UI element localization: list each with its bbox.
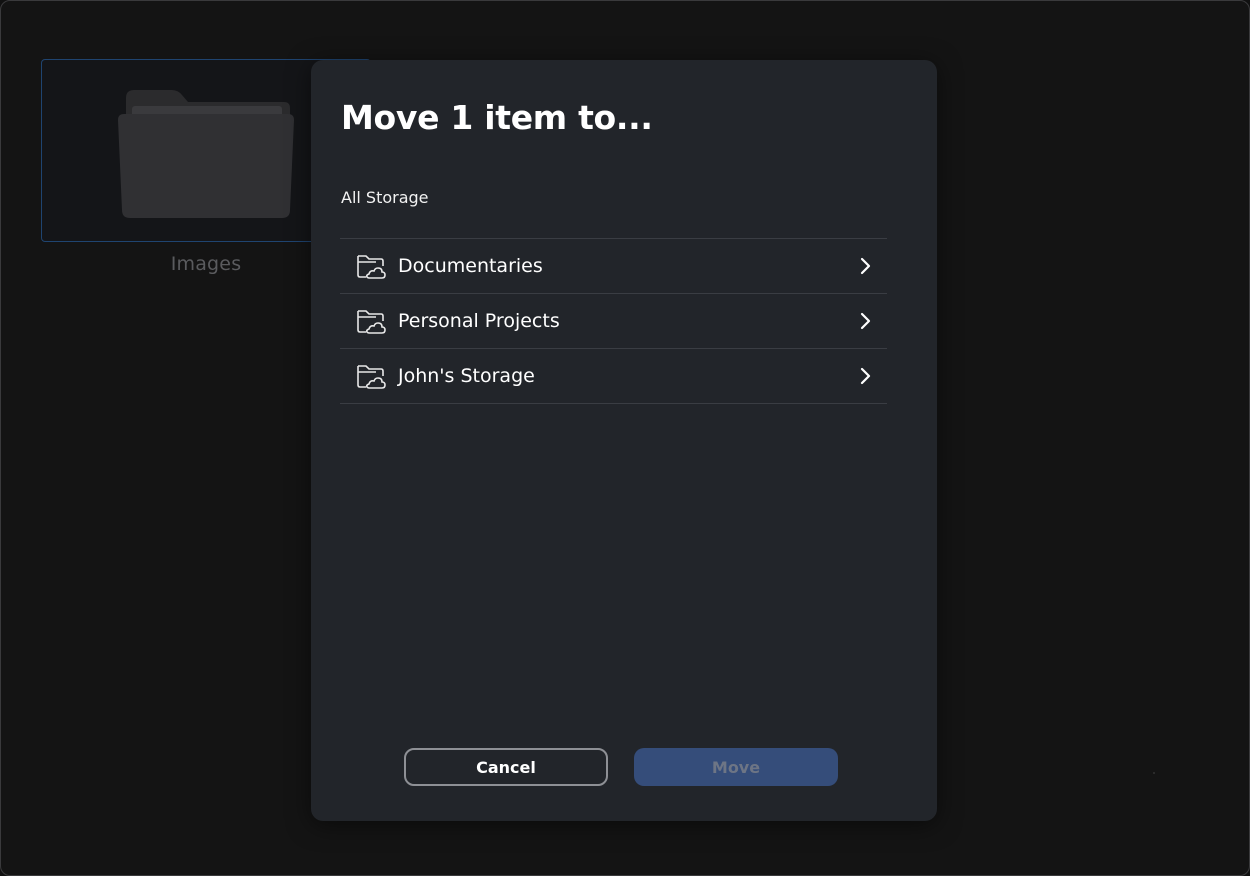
breadcrumb[interactable]: All Storage [341, 188, 429, 207]
chevron-right-icon[interactable] [857, 311, 873, 331]
folder-icon [118, 90, 294, 218]
folder-row-label: Personal Projects [398, 310, 560, 332]
dialog-title: Move 1 item to... [341, 98, 653, 137]
folder-row-label: Documentaries [398, 255, 543, 277]
chevron-right-icon[interactable] [857, 256, 873, 276]
folder-row-documentaries[interactable]: Documentaries [340, 239, 887, 294]
folder-row-label: John's Storage [398, 365, 535, 387]
cloud-folder-icon [357, 365, 386, 389]
cloud-folder-icon [357, 255, 386, 279]
move-button[interactable]: Move [634, 748, 838, 786]
app-window: Images Move 1 item to... All Storage Doc… [0, 0, 1250, 876]
cloud-folder-icon [357, 310, 386, 334]
folder-row-personal-projects[interactable]: Personal Projects [340, 294, 887, 349]
move-dialog: Move 1 item to... All Storage Documentar… [311, 60, 937, 821]
folder-list: Documentaries Personal Projects John's S… [340, 238, 887, 404]
background-speck [1153, 772, 1155, 774]
folder-row-johns-storage[interactable]: John's Storage [340, 349, 887, 404]
cancel-button[interactable]: Cancel [404, 748, 608, 786]
chevron-right-icon[interactable] [857, 366, 873, 386]
